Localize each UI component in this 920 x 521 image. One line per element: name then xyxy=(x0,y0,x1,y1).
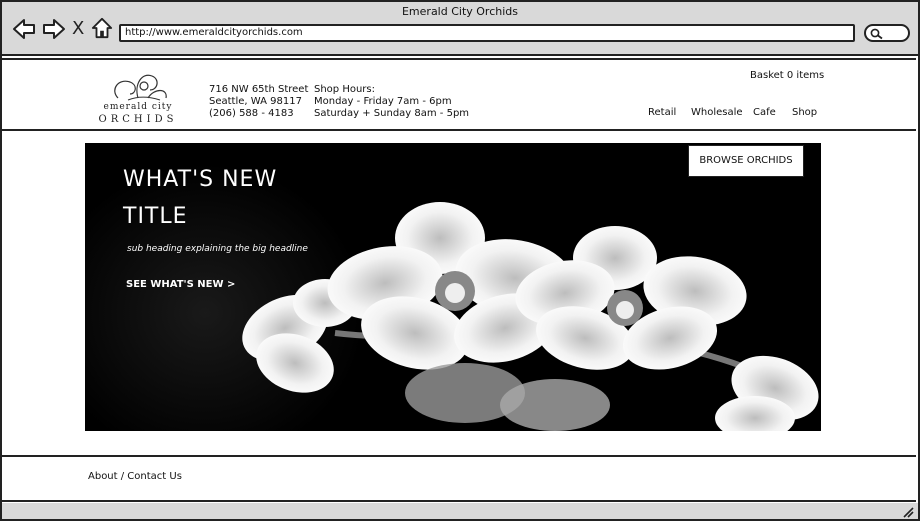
browser-toolbar: Emerald City Orchids X http://www.emeral… xyxy=(0,0,920,56)
home-icon[interactable] xyxy=(90,17,114,39)
resize-grip-icon[interactable] xyxy=(902,506,914,518)
site-footer: About / Contact Us xyxy=(2,455,916,502)
shop-hours: Shop Hours: Monday - Friday 7am - 6pm Sa… xyxy=(314,84,469,120)
browser-status-bar xyxy=(0,503,920,521)
hours-label: Shop Hours: xyxy=(314,84,375,95)
address-bar[interactable]: http://www.emeraldcityorchids.com xyxy=(119,24,855,42)
back-arrow-icon[interactable] xyxy=(12,18,36,40)
site-header: emerald city ORCHIDS 716 NW 65th Street … xyxy=(2,58,916,131)
browser-search-box[interactable] xyxy=(864,24,910,42)
logo-text-bottom: ORCHIDS xyxy=(98,114,178,125)
store-address: 716 NW 65th Street Seattle, WA 98117 (20… xyxy=(209,84,308,120)
close-icon[interactable]: X xyxy=(72,18,84,40)
nav-shop[interactable]: Shop xyxy=(792,107,817,118)
basket-link[interactable]: Basket 0 items xyxy=(750,70,824,81)
nav-wholesale[interactable]: Wholesale xyxy=(691,107,743,118)
see-whats-new-link[interactable]: SEE WHAT'S NEW > xyxy=(126,279,235,290)
nav-retail[interactable]: Retail xyxy=(648,107,676,118)
brand-logo[interactable]: emerald city ORCHIDS xyxy=(88,68,188,125)
browse-orchids-button[interactable]: BROWSE ORCHIDS xyxy=(688,145,804,177)
hero-banner: WHAT'S NEW TITLE sub heading explaining … xyxy=(85,143,821,431)
about-contact-link[interactable]: About / Contact Us xyxy=(88,471,182,482)
logo-text-top: emerald city xyxy=(103,102,173,112)
address-phone: (206) 588 - 4183 xyxy=(209,108,294,119)
address-street: 716 NW 65th Street xyxy=(209,84,309,95)
hero-subheading: sub heading explaining the big headline xyxy=(127,244,308,254)
hours-weekend: Saturday + Sunday 8am - 5pm xyxy=(314,108,470,119)
address-city: Seattle, WA 98117 xyxy=(209,96,302,107)
nav-cafe[interactable]: Cafe xyxy=(753,107,776,118)
forward-arrow-icon[interactable] xyxy=(42,18,66,40)
orchid-flourish-icon xyxy=(114,74,167,101)
window-title: Emerald City Orchids xyxy=(401,5,518,18)
hours-weekday: Monday - Friday 7am - 6pm xyxy=(314,96,452,107)
hero-title-line-2: TITLE xyxy=(123,204,188,229)
hero-title-line-1: WHAT'S NEW xyxy=(123,167,278,192)
search-icon xyxy=(870,28,883,40)
